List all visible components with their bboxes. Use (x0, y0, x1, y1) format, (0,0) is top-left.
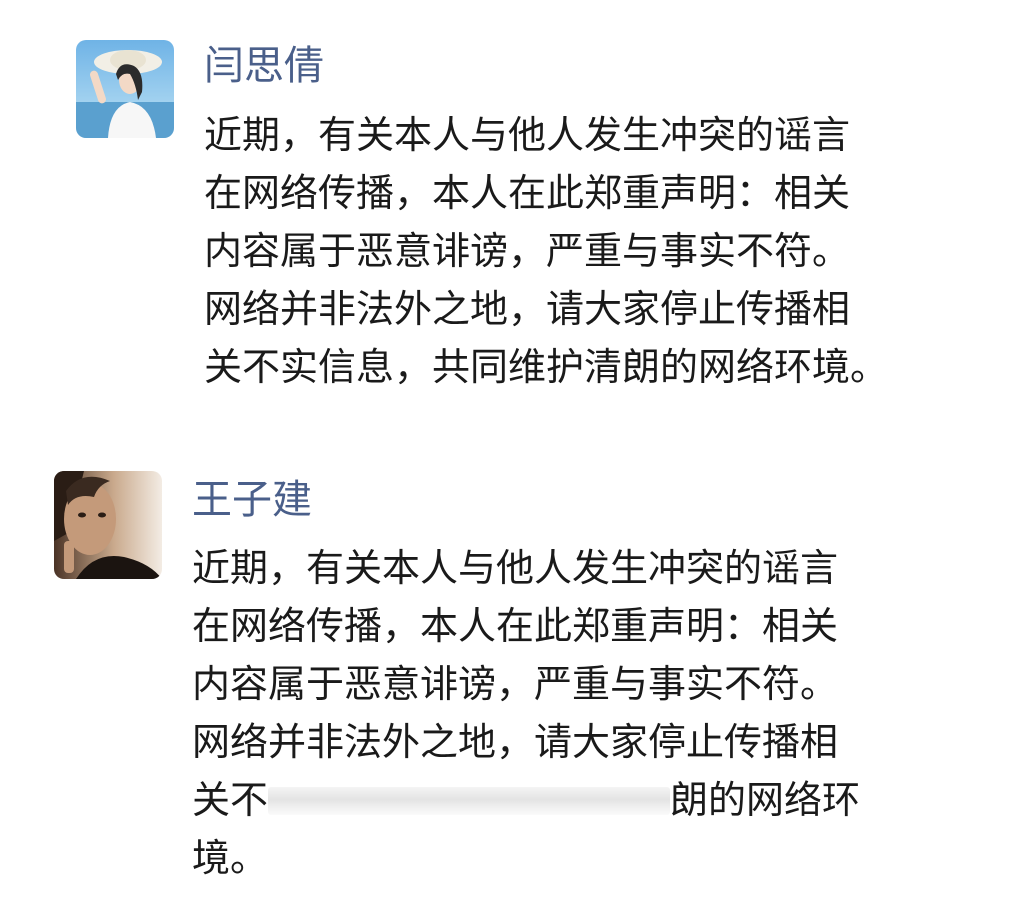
author-name[interactable]: 闫思倩 (204, 42, 324, 90)
post-body: 近期，有关本人与他人发生冲突的谣言 在网络传播，本人在此郑重声明：相关 内容属于… (204, 106, 888, 396)
post-line-partial: 关不 朗的网络环 (192, 771, 860, 829)
avatar-image (76, 40, 174, 138)
avatar-image (54, 471, 162, 579)
avatar-wang-zijian[interactable] (54, 471, 162, 579)
post-line: 网络并非法外之地，请大家停止传播相 (192, 720, 839, 764)
post-line: 内容属于恶意诽谤，严重与事实不符。 (204, 229, 851, 273)
post-line-end: 朗的网络环 (670, 778, 861, 822)
post-line: 网络并非法外之地，请大家停止传播相 (204, 287, 851, 331)
post-line: 内容属于恶意诽谤，严重与事实不符。 (192, 662, 839, 706)
redacted-text (268, 771, 671, 829)
post-line: 在网络传播，本人在此郑重声明：相关 (192, 604, 839, 648)
post-line-start: 关不 (192, 778, 269, 822)
avatar-yan-siqian[interactable] (76, 40, 174, 138)
post-line: 近期，有关本人与他人发生冲突的谣言 (204, 113, 851, 157)
author-name[interactable]: 王子建 (192, 476, 312, 524)
post-line: 境。 (192, 836, 269, 880)
redaction-bar (268, 787, 671, 815)
post-body: 近期，有关本人与他人发生冲突的谣言 在网络传播，本人在此郑重声明：相关 内容属于… (192, 539, 860, 887)
post-line: 在网络传播，本人在此郑重声明：相关 (204, 171, 851, 215)
post-line: 关不实信息，共同维护清朗的网络环境。 (204, 345, 889, 389)
post-line: 近期，有关本人与他人发生冲突的谣言 (192, 546, 839, 590)
